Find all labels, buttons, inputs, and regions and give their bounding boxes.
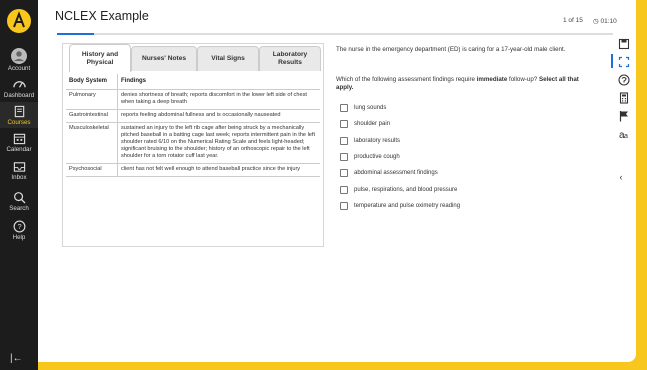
main-content: NCLEX Example 1 of 15 ◷ 01:10 History an… [38,0,636,362]
collapse-icon: |← [10,353,23,364]
tab-history-and-physical[interactable]: History and Physical [69,44,131,72]
sidebar-item-inbox[interactable]: Inbox [0,160,38,181]
dashboard-icon [12,81,26,88]
option-label: abdominal assessment findings [354,170,438,177]
findings-cell: client has not felt well enough to atten… [117,163,320,177]
sidebar-item-courses[interactable]: Courses [0,102,38,128]
tab-label: Laboratory Results [272,51,308,66]
sidebar-item-label: Search [9,205,29,212]
findings-cell: reports feeling abdominal fullness and i… [117,109,320,123]
sidebar-item-label: Dashboard [3,92,35,99]
calendar-icon [13,133,25,145]
option-label: lung sounds [354,105,387,112]
tab-label: History and Physical [81,50,119,66]
prompt-text: Which of the following assessment findin… [336,76,477,83]
sidebar: Account Dashboard Courses Calendar Inbox… [0,0,38,370]
chevron-left-icon: ‹ [619,172,623,182]
option-label: pulse, respirations, and blood pressure [354,186,458,193]
progress-fill [57,33,95,35]
answer-option[interactable]: temperature and pulse oximetry reading [340,198,580,214]
table-row: Pulmonary denies shortness of breath; re… [66,89,320,110]
question-prompt: Which of the following assessment findin… [336,76,591,92]
table-header-row: Body System Findings [66,74,320,90]
tab-label: Nurses' Notes [141,55,187,62]
column-header-findings: Findings [117,74,320,90]
active-tool-indicator [611,54,613,68]
inbox-icon [13,162,25,172]
sidebar-item-dashboard[interactable]: Dashboard [0,78,38,99]
tab-laboratory-results[interactable]: Laboratory Results [259,46,321,71]
exhibit-tabs: History and Physical Nurses' Notes Vital… [63,44,323,72]
svg-text:a: a [624,133,628,140]
checkbox[interactable] [340,120,348,129]
answer-options: lung sounds shoulder pain laboratory res… [340,100,580,214]
findings-cell: sustained an injury to the left rib cage… [117,122,320,164]
body-system-cell: Pulmonary [66,89,118,110]
sidebar-item-label: Courses [7,119,31,126]
sidebar-item-account[interactable]: Account [0,48,38,72]
checkbox[interactable] [340,136,348,145]
checkbox[interactable] [340,169,348,178]
table-row: Musculoskeletal sustained an injury to t… [66,122,320,164]
table-row: Psychosocial client has not felt well en… [66,163,320,177]
page-title: NCLEX Example [55,9,149,23]
option-label: laboratory results [354,137,401,144]
text-size-icon[interactable]: aa [618,128,630,140]
clock-icon: ◷ [593,18,599,25]
option-label: productive cough [354,154,400,161]
tool-bar: aa [611,36,636,216]
question-stem: The nurse in the emergency department (E… [336,46,566,53]
courses-icon [14,105,24,118]
sidebar-item-label: Account [7,65,31,72]
logo-icon[interactable] [6,8,32,34]
checkbox[interactable] [340,185,348,194]
table-row: Gastrointestinal reports feeling abdomin… [66,109,320,123]
column-header-body-system: Body System [66,74,118,90]
sidebar-item-label: Help [12,234,26,241]
expand-panel-button[interactable]: ‹ [611,172,631,182]
sidebar-item-label: Calendar [6,146,32,153]
audio-icon[interactable] [618,74,630,86]
question-counter: 1 of 15 [563,17,583,24]
answer-option[interactable]: laboratory results [340,133,580,149]
checkbox[interactable] [340,201,348,210]
answer-option[interactable]: lung sounds [340,100,580,116]
body-system-cell: Gastrointestinal [66,109,118,123]
sidebar-item-label: Inbox [11,174,27,181]
answer-option[interactable]: pulse, respirations, and blood pressure [340,181,580,197]
sidebar-item-search[interactable]: Search [0,191,38,212]
tab-vital-signs[interactable]: Vital Signs [197,46,259,71]
prompt-text: follow-up? [507,76,539,83]
body-system-cell: Psychosocial [66,163,118,177]
help-icon: ? [13,220,25,233]
collapse-sidebar-button[interactable]: |← [10,353,23,364]
timer: ◷ 01:10 [593,17,617,25]
search-icon [13,192,26,204]
checkbox[interactable] [340,153,348,162]
exhibit-panel: History and Physical Nurses' Notes Vital… [62,43,324,247]
sidebar-item-calendar[interactable]: Calendar [0,132,38,153]
findings-cell: denies shortness of breath; reports disc… [117,89,320,110]
checkbox[interactable] [340,104,348,113]
save-icon[interactable] [618,38,630,50]
prompt-emphasis: immediate [476,76,508,83]
answer-option[interactable]: abdominal assessment findings [340,165,580,181]
flag-icon[interactable] [618,110,630,122]
answer-option[interactable]: productive cough [340,149,580,165]
option-label: shoulder pain [354,121,391,128]
account-icon [11,48,27,64]
progress-bar [57,33,613,35]
option-label: temperature and pulse oximetry reading [354,202,461,209]
timer-value: 01:10 [600,18,617,25]
findings-table: Body System Findings Pulmonary denies sh… [66,74,320,177]
body-system-cell: Musculoskeletal [66,122,118,164]
answer-option[interactable]: shoulder pain [340,116,580,132]
tab-nurses-notes[interactable]: Nurses' Notes [131,46,197,71]
tab-label: Vital Signs [211,55,245,62]
svg-text:?: ? [17,222,21,231]
calculator-icon[interactable] [618,92,630,104]
sidebar-item-help[interactable]: ? Help [0,220,38,241]
fullscreen-icon[interactable] [618,56,630,68]
